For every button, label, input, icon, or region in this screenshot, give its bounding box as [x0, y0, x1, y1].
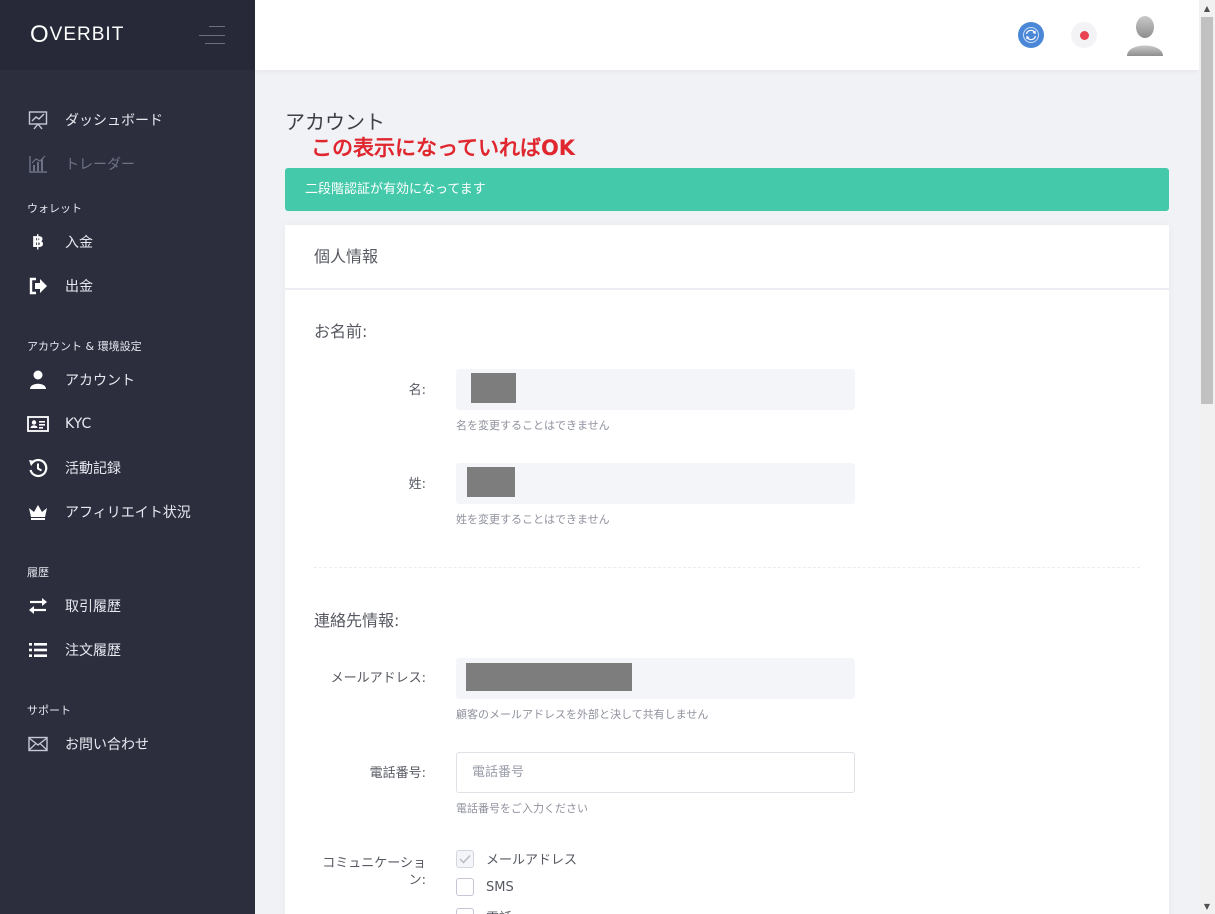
sidebar-item-kyc[interactable]: KYC [0, 402, 255, 446]
exchange-icon [27, 595, 49, 617]
user-icon [27, 369, 49, 391]
sign-out-icon [27, 275, 49, 297]
topbar [255, 0, 1199, 70]
checkbox-icon[interactable] [456, 907, 474, 914]
sidebar-item-label: ダッシュボード [65, 113, 163, 129]
id-card-icon [27, 413, 49, 435]
sidebar-item-order-history[interactable]: 注文履歴 [0, 628, 255, 672]
bitcoin-icon: ฿ [32, 232, 44, 252]
contact-section-title: 連絡先情報: [314, 611, 400, 630]
bar-chart-icon [27, 153, 49, 175]
sidebar-item-label: 入金 [65, 235, 93, 251]
history-icon [27, 457, 49, 479]
card-title: 個人情報 [285, 225, 1169, 290]
communication-label: コミュニケーション: [322, 856, 426, 888]
sidebar-item-label: お問い合わせ [65, 737, 149, 753]
sidebar-item-dashboard[interactable]: ダッシュボード [0, 98, 255, 142]
sidebar-item-label: 活動記録 [65, 461, 121, 477]
nav-section-account: アカウント & 環境設定 [27, 340, 142, 353]
last-name-field[interactable] [456, 463, 855, 504]
status-dot-icon[interactable] [1071, 22, 1097, 48]
avatar-icon[interactable] [1125, 14, 1165, 56]
menu-line [205, 43, 225, 44]
annotation-text: この表示になっていればOK [311, 136, 576, 160]
nav-section-wallet: ウォレット [27, 202, 82, 215]
sidebar-item-label: KYC [65, 416, 92, 432]
communication-option-email[interactable]: メールアドレス [456, 849, 577, 868]
email-label: メールアドレス: [330, 671, 426, 686]
scroll-down-arrow-icon[interactable]: ▼ [1199, 898, 1215, 914]
personal-info-card: 個人情報 お名前: 名: 名を変更することはできません 姓: 姓を変更することは… [285, 225, 1169, 914]
menu-line [199, 34, 225, 36]
sidebar: O VERBIT ダッシュボード トレーダー ウォレット ฿ 入金 出金 アカウ… [0, 0, 255, 914]
email-help: 顧客のメールアドレスを外部と決して共有しません [456, 708, 709, 721]
nav-section-support: サポート [27, 704, 71, 717]
phone-help: 電話番号をご入力ください [456, 802, 588, 815]
sidebar-item-deposit[interactable]: ฿ 入金 [0, 220, 255, 264]
nav-section-history: 履歴 [27, 566, 49, 579]
sidebar-item-label: 取引履歴 [65, 599, 121, 615]
sidebar-item-contact[interactable]: お問い合わせ [0, 722, 255, 766]
first-name-label: 名: [408, 383, 426, 398]
sidebar-item-label: アカウント [65, 373, 135, 389]
redacted-value [467, 467, 515, 497]
first-name-help: 名を変更することはできません [456, 419, 610, 432]
name-section-title: お名前: [314, 322, 368, 341]
two-factor-alert: 二段階認証が有効になってます [285, 168, 1169, 211]
email-field[interactable] [456, 658, 855, 699]
last-name-help: 姓を変更することはできません [456, 513, 610, 526]
page-scrollbar[interactable]: ▲ ▼ [1199, 0, 1215, 914]
checkbox-checked-icon[interactable] [456, 849, 474, 868]
sidebar-brand: O VERBIT [0, 0, 255, 70]
communication-option-sms[interactable]: SMS [456, 878, 514, 896]
checkbox-label: メールアドレス [486, 853, 578, 868]
page-title: アカウント [285, 110, 385, 134]
scroll-thumb[interactable] [1201, 17, 1213, 404]
menu-line [209, 26, 225, 27]
checkbox-label: 電話 [486, 907, 512, 914]
sidebar-item-trader[interactable]: トレーダー [0, 142, 255, 186]
sidebar-toggle-button[interactable] [199, 26, 225, 44]
redacted-value [466, 663, 632, 691]
first-name-field[interactable] [456, 369, 855, 410]
sidebar-item-label: 注文履歴 [65, 643, 121, 659]
main-content: アカウント この表示になっていればOK 二段階認証が有効になってます 個人情報 … [255, 70, 1199, 914]
phone-field[interactable] [456, 752, 855, 793]
envelope-icon [27, 733, 49, 755]
phone-label: 電話番号: [369, 766, 426, 781]
checkbox-label: SMS [486, 879, 514, 895]
sidebar-item-withdraw[interactable]: 出金 [0, 264, 255, 308]
sidebar-item-label: トレーダー [65, 157, 135, 173]
status-dot [1079, 30, 1089, 40]
overbit-logo[interactable]: O VERBIT [30, 21, 125, 48]
sidebar-item-account[interactable]: アカウント [0, 358, 255, 402]
sidebar-item-activity[interactable]: 活動記録 [0, 446, 255, 490]
communication-option-phone[interactable]: 電話 [456, 907, 512, 914]
sidebar-item-trade-history[interactable]: 取引履歴 [0, 584, 255, 628]
scroll-up-arrow-icon[interactable]: ▲ [1199, 0, 1215, 16]
refresh-icon[interactable] [1018, 22, 1044, 48]
checkbox-icon[interactable] [456, 878, 474, 896]
logo-initial: O [30, 21, 50, 48]
redacted-value [471, 373, 516, 403]
sidebar-nav: ダッシュボード トレーダー ウォレット ฿ 入金 出金 アカウント & 環境設定 [0, 70, 255, 766]
sidebar-item-affiliate[interactable]: アフィリエイト状況 [0, 490, 255, 534]
chart-line-icon [27, 109, 49, 131]
sidebar-item-label: アフィリエイト状況 [65, 505, 191, 521]
logo-text: VERBIT [49, 24, 125, 45]
sidebar-item-label: 出金 [65, 279, 93, 295]
section-divider [314, 567, 1140, 568]
crown-icon [27, 501, 49, 523]
phone-input[interactable] [457, 753, 854, 792]
list-icon [27, 639, 49, 661]
last-name-label: 姓: [408, 477, 426, 492]
